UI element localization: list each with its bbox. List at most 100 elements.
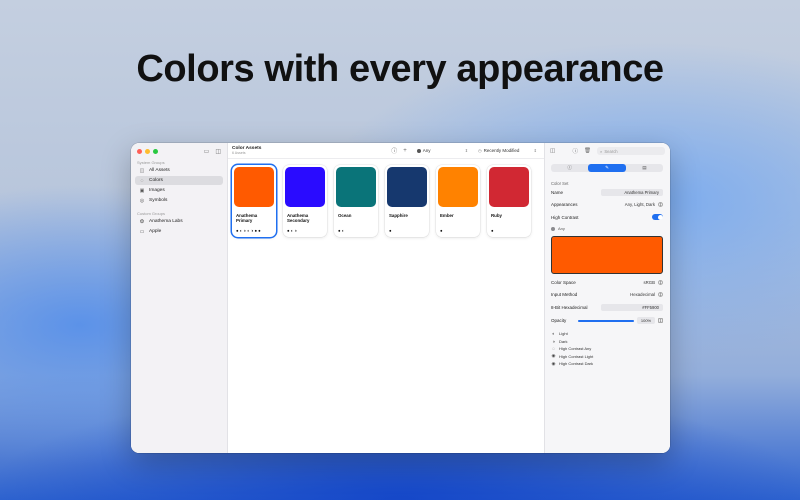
appearance-item-high-contrast-light[interactable]: ◉ High Contrast Light	[551, 353, 594, 361]
inspector-panel: ◫ ⓘ 🗑 ⌕ Search ⓘ ✎ ▤ Color Set Name Anat…	[544, 143, 670, 453]
appearance-dot-icon	[416, 148, 421, 153]
opacity-stepper[interactable]: ⇕	[658, 318, 663, 323]
color-swatch	[387, 167, 427, 207]
tab-edit[interactable]: ✎	[588, 164, 626, 172]
sidebar-toggle-icon[interactable]: ◫	[215, 148, 221, 155]
close-window-button[interactable]	[137, 149, 142, 154]
color-space-value: sRGB	[643, 280, 655, 285]
color-card[interactable]: Anathema Primary ● ◐ ◑ ◐ ◑ ● ●	[232, 165, 276, 237]
sidebar-item-label: Anathema Labs	[149, 219, 183, 224]
input-method-value: Hexadecimal	[630, 292, 655, 297]
color-card[interactable]: Ember ●	[436, 165, 480, 237]
input-method-label: Input Method	[551, 292, 578, 297]
appearance-item-label: Light	[559, 331, 568, 337]
appearance-item-high-contrast-any[interactable]: ◌ High Contrast Any	[551, 345, 593, 353]
appearance-filter-select[interactable]: Any ⇕	[414, 147, 471, 155]
appearance-item-label: Dark	[559, 338, 568, 344]
name-row: Name Anathema Primary	[551, 189, 663, 196]
sidebar-item-apple[interactable]: ▭ Apple	[135, 227, 223, 236]
symbols-icon: ◎	[139, 197, 145, 204]
sidebar-item-label: Images	[149, 188, 165, 193]
appearance-icons: ●	[491, 228, 494, 233]
info-circle-icon[interactable]: ⓘ	[573, 147, 579, 155]
appearance-item-light[interactable]: ◐ Light	[551, 330, 593, 338]
sidebar: ▭ ◫ System Groups ◫ All Assets ◌ Colors …	[131, 143, 228, 453]
name-label: Name	[551, 190, 564, 195]
color-card[interactable]: Ruby ●	[487, 165, 531, 237]
colors-icon: ◌	[140, 177, 144, 184]
name-field[interactable]: Anathema Primary	[601, 189, 663, 196]
chevron-updown-icon: ⇕	[658, 202, 663, 207]
search-placeholder: Search	[604, 148, 618, 154]
tab-export[interactable]: ▤	[626, 164, 663, 172]
high-contrast-row: High Contrast	[551, 214, 663, 220]
high-contrast-label: High Contrast	[551, 214, 579, 220]
opacity-field[interactable]: 100%	[637, 317, 655, 324]
appearance-item-dark[interactable]: ◑ Dark	[551, 338, 593, 346]
opacity-controls: 100% ⇕	[578, 317, 663, 324]
all-assets-icon: ◫	[139, 167, 145, 174]
collection-title: Color Assets 6 Assets	[232, 146, 261, 156]
color-card[interactable]: Anathema Secondary ● ◐ ◑	[283, 165, 327, 237]
high-contrast-toggle[interactable]	[652, 214, 663, 220]
appearances-select[interactable]: Any, Light, Dark ⇕	[625, 202, 663, 207]
color-swatch	[438, 167, 478, 207]
appearance-list: ◐ Light ◑ Dark ◌ High Contrast Any ◉ Hig…	[551, 330, 594, 368]
color-swatch	[336, 167, 376, 207]
minimize-window-button[interactable]	[145, 149, 150, 154]
color-space-label: Color Space	[551, 280, 576, 285]
chevron-updown-icon: ⇕	[658, 292, 663, 297]
color-grid: Anathema Primary ● ◐ ◑ ◐ ◑ ● ● Anathema …	[228, 159, 544, 243]
sidebar-item-colors[interactable]: ◌ Colors	[135, 176, 223, 185]
color-name: Ruby	[491, 213, 502, 218]
appearance-item-high-contrast-dark[interactable]: ◉ High Contrast Dark	[551, 360, 593, 368]
sidebar-item-images[interactable]: ▣ Images	[135, 186, 223, 195]
sidebar-item-label: Colors	[149, 178, 163, 183]
chevron-updown-icon: ⇕	[658, 280, 663, 285]
sidebar-section-system: System Groups	[137, 160, 165, 165]
input-method-select[interactable]: Hexadecimal ⇕	[630, 292, 663, 297]
new-folder-icon[interactable]: ▭	[204, 148, 210, 155]
sidebar-item-anathema-labs[interactable]: ❂ Anathema Labs	[135, 217, 223, 226]
appearance-icons: ● ◐ ◑	[287, 228, 297, 233]
zoom-window-button[interactable]	[153, 149, 158, 154]
trash-icon[interactable]: 🗑	[584, 148, 591, 154]
sidebar-tools: ▭ ◫	[204, 148, 221, 155]
appearance-item-label: High Contrast Light	[559, 353, 594, 359]
appearance-icons: ● ◐ ◑ ◐ ◑ ● ●	[236, 228, 261, 233]
hex-row: 8-Bit Hexadecimal #FF5900	[551, 304, 663, 311]
sort-select[interactable]: ◷ Recently Modified ⇕	[475, 147, 540, 155]
color-card[interactable]: Sapphire ●	[385, 165, 429, 237]
sidebar-item-all-assets[interactable]: ◫ All Assets	[135, 166, 223, 175]
main-area: Color Assets 6 Assets ⓘ + Any ⇕ ◷ Recent…	[228, 143, 544, 453]
color-name: Ocean	[338, 213, 352, 218]
toggle-knob	[657, 214, 663, 220]
color-card[interactable]: Ocean ● ◐	[334, 165, 378, 237]
hex-label: 8-Bit Hexadecimal	[551, 305, 588, 310]
color-space-row: Color Space sRGB ⇕	[551, 280, 663, 285]
color-name: Anathema Primary	[236, 213, 258, 223]
color-space-select[interactable]: sRGB ⇕	[644, 280, 663, 285]
appearance-icons: ●	[440, 228, 443, 233]
appearance-filter-value: Any	[422, 148, 431, 153]
window-controls	[137, 149, 158, 154]
inspector-toggle-icon[interactable]: ◫	[550, 148, 555, 154]
sidebar-item-symbols[interactable]: ◎ Symbols	[135, 196, 223, 205]
add-icon[interactable]: +	[403, 148, 407, 154]
tab-info[interactable]: ⓘ	[551, 164, 588, 172]
hex-field[interactable]: #FF5900	[601, 304, 663, 311]
opacity-slider[interactable]	[578, 319, 634, 322]
input-method-row: Input Method Hexadecimal ⇕	[551, 292, 663, 297]
appearances-label: Appearances	[551, 202, 578, 207]
search-input[interactable]: ⌕ Search	[597, 147, 665, 155]
sidebar-item-label: Symbols	[149, 198, 168, 203]
any-appearance-icon	[551, 226, 555, 231]
sidebar-item-label: Apple	[149, 229, 162, 234]
color-preview[interactable]	[551, 236, 663, 274]
info-icon[interactable]: ⓘ	[391, 146, 397, 155]
dark-appearance-icon: ◑	[552, 338, 555, 344]
sidebar-item-label: All Assets	[149, 168, 170, 173]
sort-value: Recently Modified	[483, 148, 520, 153]
color-name: Anathema Secondary	[287, 213, 310, 223]
search-icon: ⌕	[600, 148, 603, 154]
